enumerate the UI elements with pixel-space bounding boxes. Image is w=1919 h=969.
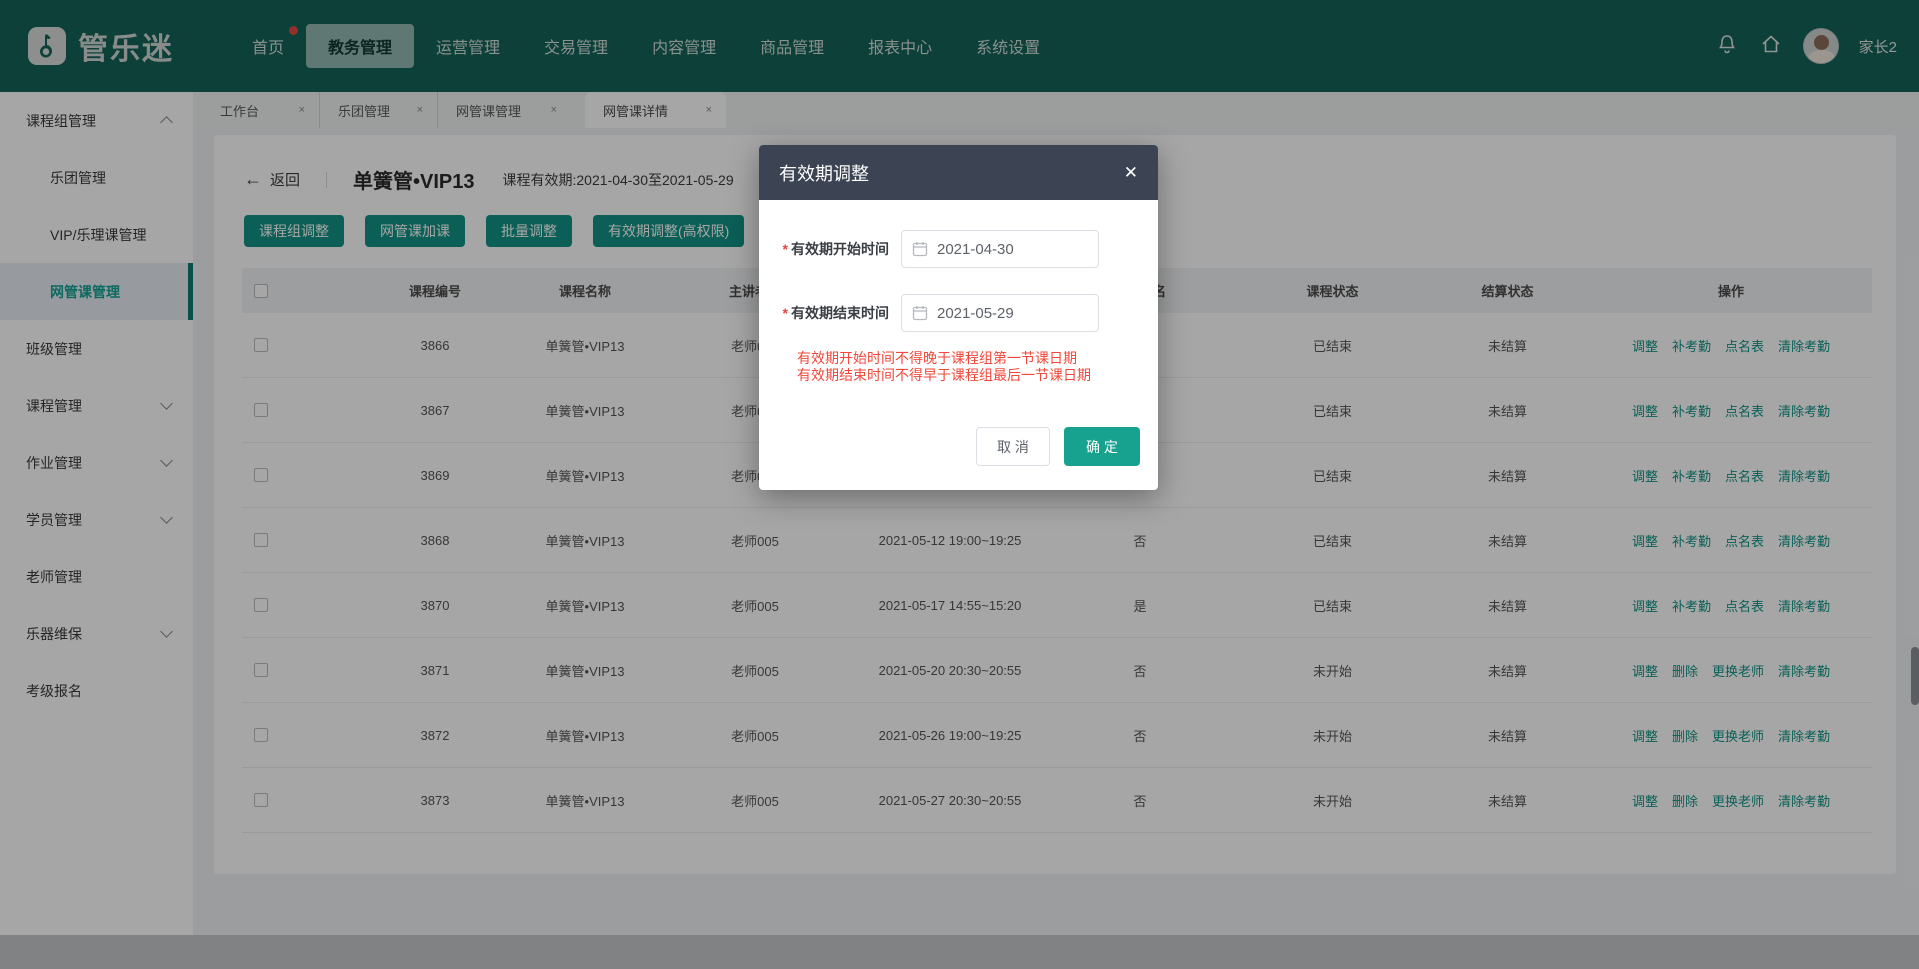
app-window: 管乐迷 首页 教务管理 运营管理 交易管理 内容管理 商品管理 报表中心 系统设…	[0, 0, 1919, 969]
calendar-icon	[912, 305, 928, 321]
cancel-button[interactable]: 取 消	[976, 427, 1050, 466]
required-asterisk: *	[783, 241, 788, 257]
close-icon[interactable]: ✕	[1124, 163, 1138, 183]
validity-adjust-dialog: 有效期调整 ✕ *有效期开始时间 *有效期结束时间 有效期开始时间不得晚于课程组…	[759, 145, 1158, 490]
start-date-input[interactable]	[901, 230, 1099, 268]
validation-warnings: 有效期开始时间不得晚于课程组第一节课日期 有效期结束时间不得早于课程组最后一节课…	[797, 350, 1091, 384]
start-date-field-row: *有效期开始时间	[759, 230, 1158, 268]
end-date-value[interactable]	[937, 305, 1067, 322]
end-date-label: *有效期结束时间	[759, 303, 889, 323]
start-date-value[interactable]	[937, 241, 1067, 258]
end-date-input[interactable]	[901, 294, 1099, 332]
end-date-field-row: *有效期结束时间	[759, 294, 1158, 332]
field-label-text: 有效期开始时间	[791, 241, 889, 257]
dialog-footer: 取 消 确 定	[759, 427, 1158, 466]
dialog-header: 有效期调整 ✕	[759, 145, 1158, 200]
confirm-button[interactable]: 确 定	[1064, 427, 1140, 466]
calendar-icon	[912, 241, 928, 257]
warning-line: 有效期结束时间不得早于课程组最后一节课日期	[797, 367, 1091, 384]
field-label-text: 有效期结束时间	[791, 305, 889, 321]
required-asterisk: *	[783, 305, 788, 321]
warning-line: 有效期开始时间不得晚于课程组第一节课日期	[797, 350, 1091, 367]
dialog-title: 有效期调整	[779, 160, 869, 186]
start-date-label: *有效期开始时间	[759, 239, 889, 259]
